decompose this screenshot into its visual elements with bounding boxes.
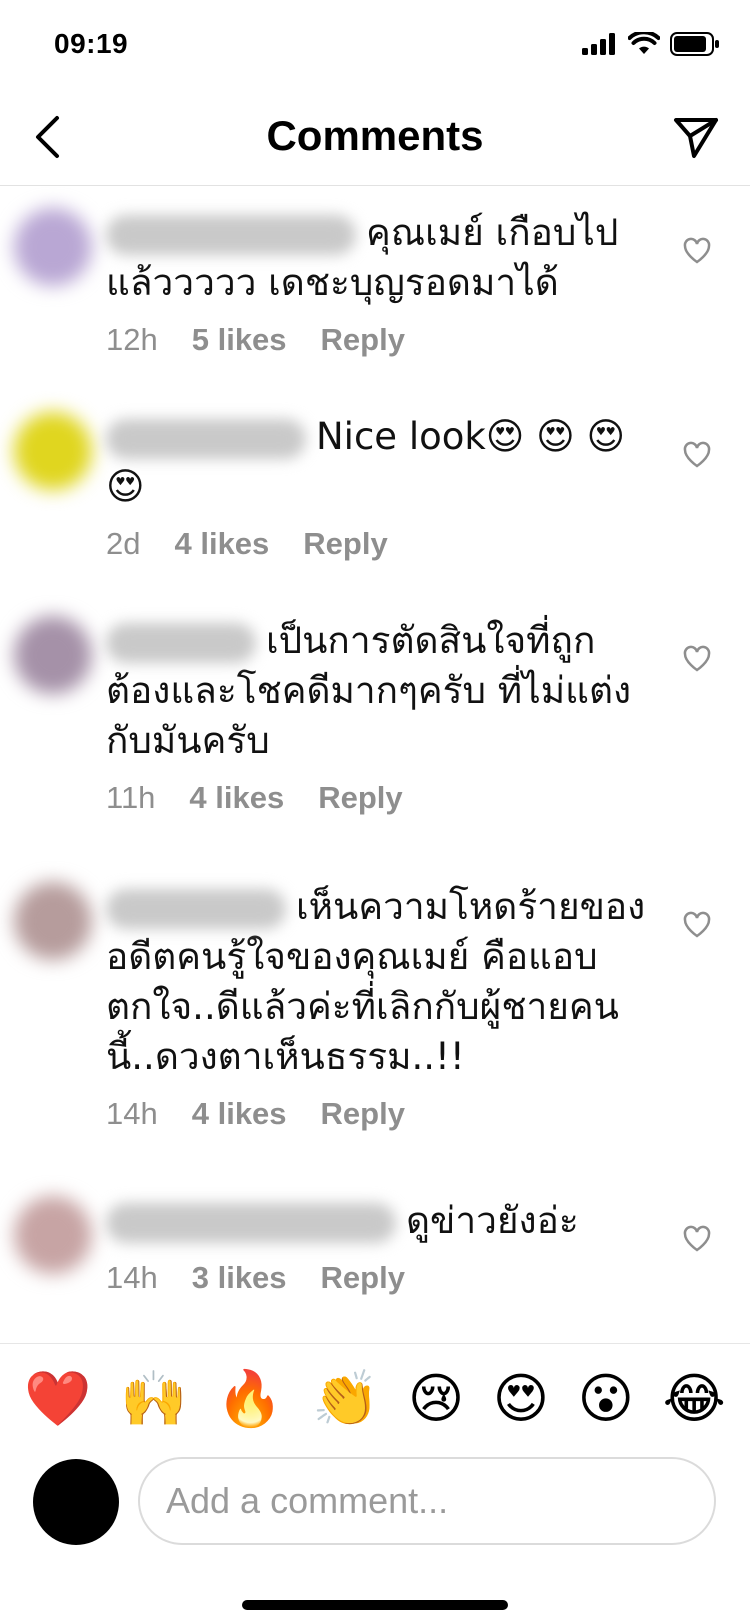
heart-eyes-emoji-button[interactable]: 😍 [493, 1368, 549, 1429]
comment-time: 11h [106, 780, 156, 815]
avatar[interactable] [14, 412, 92, 490]
comment-time: 12h [106, 322, 158, 357]
avatar[interactable] [14, 616, 92, 694]
page-title: Comments [266, 112, 484, 159]
comment-time: 14h [106, 1260, 158, 1295]
username-redacted[interactable] [106, 418, 306, 459]
raising-hands-emoji-button[interactable]: 🙌 [120, 1368, 187, 1429]
reply-button[interactable]: Reply [321, 1096, 405, 1132]
reply-button[interactable]: Reply [303, 526, 387, 562]
username-redacted[interactable] [106, 1202, 396, 1243]
home-indicator[interactable] [242, 1600, 508, 1610]
comments-list[interactable]: คุณเมย์ เกือบไป แล้ววววว เดชะบุญรอดมาได้… [0, 186, 750, 1342]
comment-text: คุณเมย์ เกือบไป แล้ววววว เดชะบุญรอดมาได้ [106, 208, 646, 308]
comment-text: ดูข่าวยังอ่ะ [106, 1196, 646, 1246]
heart-outline-icon[interactable] [682, 644, 712, 674]
paper-plane-icon[interactable] [672, 114, 720, 162]
avatar[interactable] [14, 208, 92, 286]
heart-outline-icon[interactable] [682, 440, 712, 470]
clapping-hands-emoji-button[interactable]: 👏 [312, 1368, 379, 1429]
status-icons [582, 32, 720, 56]
heart-outline-icon[interactable] [682, 1224, 712, 1254]
comment-text-content: ดูข่าวยังอ่ะ [406, 1199, 579, 1242]
my-avatar [33, 1459, 119, 1545]
status-bar: 09:19 [0, 0, 750, 90]
surprised-face-emoji-button[interactable]: 😮 [578, 1368, 634, 1429]
comment-text: Nice look😍 😍 😍 😍 [106, 412, 646, 512]
comment-composer: Add a comment... [0, 1455, 750, 1555]
battery-icon [670, 32, 719, 56]
avatar[interactable] [14, 1196, 92, 1274]
heart-outline-icon[interactable] [682, 236, 712, 266]
username-redacted[interactable] [106, 888, 286, 929]
fire-emoji-button[interactable]: 🔥 [216, 1368, 283, 1429]
likes-count[interactable]: 5 likes [192, 322, 287, 358]
comment-meta: 11h 4 likes Reply [106, 780, 646, 816]
likes-count[interactable]: 3 likes [192, 1260, 287, 1296]
likes-count[interactable]: 4 likes [192, 1096, 287, 1132]
comment-meta: 12h 5 likes Reply [106, 322, 646, 358]
reply-button[interactable]: Reply [321, 322, 405, 358]
comment-text: เห็นความโหดร้ายของอดีตคนรู้ใจของคุณเมย์ … [106, 882, 646, 1082]
reply-button[interactable]: Reply [318, 780, 402, 816]
reply-button[interactable]: Reply [321, 1260, 405, 1296]
comment-text: เป็นการตัดสินใจที่ถูกต้องและโชคดีมากๆครั… [106, 616, 646, 766]
emoji-reaction-bar: ❤️ 🙌 🔥 👏 😢 😍 😮 😂 [0, 1343, 750, 1453]
red-heart-emoji-button[interactable]: ❤️ [24, 1368, 91, 1429]
tears-of-joy-emoji-button[interactable]: 😂 [663, 1368, 726, 1429]
avatar[interactable] [14, 882, 92, 960]
username-redacted[interactable] [106, 214, 356, 255]
comment-time: 2d [106, 526, 141, 561]
wifi-icon [628, 32, 660, 54]
nav-bar: Comments [0, 90, 750, 186]
likes-count[interactable]: 4 likes [189, 780, 284, 816]
comment-time: 14h [106, 1096, 158, 1131]
crying-face-emoji-button[interactable]: 😢 [408, 1368, 464, 1429]
comment-meta: 14h 3 likes Reply [106, 1260, 646, 1296]
status-time: 09:19 [54, 28, 129, 59]
likes-count[interactable]: 4 likes [174, 526, 269, 562]
comment-meta: 2d 4 likes Reply [106, 526, 646, 562]
comment-meta: 14h 4 likes Reply [106, 1096, 646, 1132]
heart-outline-icon[interactable] [682, 910, 712, 940]
cellular-signal-icon [582, 33, 615, 55]
add-comment-input[interactable]: Add a comment... [138, 1457, 716, 1545]
username-redacted[interactable] [106, 622, 256, 663]
